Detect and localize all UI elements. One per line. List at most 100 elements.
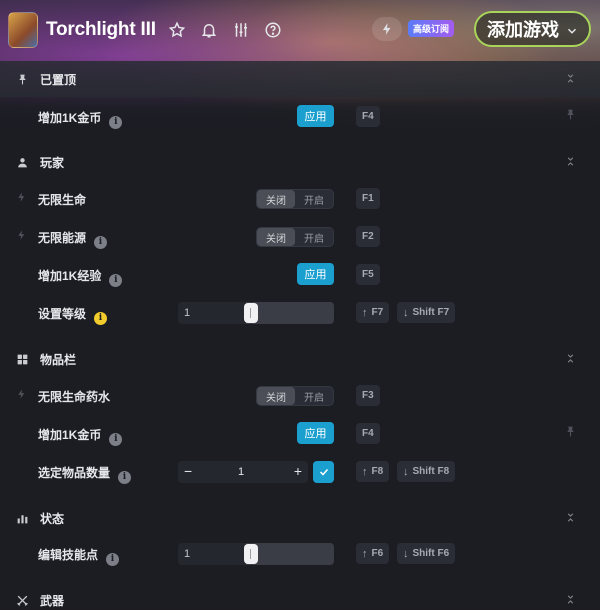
toggle-on-option[interactable]: 开启	[295, 228, 333, 246]
level-slider[interactable]: 1	[178, 302, 334, 324]
cheat-label-wrap: 增加1K经验 i	[38, 267, 123, 287]
toggle-on-option[interactable]: 开启	[295, 190, 333, 208]
hotkey-increase[interactable]: ↑ F8	[356, 461, 390, 482]
hotkey-label: Shift F7	[412, 307, 450, 318]
info-icon[interactable]: i	[106, 552, 120, 566]
cheat-row-infinite-energy: 无限能源 i 关闭 开启 F2	[0, 217, 600, 255]
arrow-up-icon: ↑	[362, 547, 368, 560]
lightning-icon	[16, 191, 28, 205]
skill-points-slider[interactable]: 1	[178, 543, 334, 565]
cheat-row-pinned-add-gold: 增加1K金币 i 应用 F4	[0, 97, 600, 135]
cheat-label-wrap: 设置等级 i	[38, 305, 108, 325]
cheat-label-wrap: 编辑技能点 i	[38, 546, 120, 566]
hotkey-decrease[interactable]: ↓ Shift F6	[397, 543, 456, 564]
cheat-row-set-level: 设置等级 i 1 ↑ F7 ↓ Shift F7	[0, 293, 600, 331]
slider-value[interactable]: 1	[184, 307, 190, 319]
info-icon[interactable]: i	[94, 311, 108, 325]
premium-badge[interactable]: 高级订阅	[408, 20, 455, 37]
cheat-label: 设置等级	[38, 307, 87, 321]
toggle-off-option[interactable]: 关闭	[257, 228, 295, 246]
info-icon[interactable]: i	[109, 432, 123, 446]
bar-chart-icon	[16, 511, 30, 525]
arrow-down-icon: ↓	[403, 547, 409, 560]
hotkey-decrease[interactable]: ↓ Shift F7	[397, 302, 456, 323]
hotkey-increase[interactable]: ↑ F7	[356, 302, 390, 323]
decrement-button[interactable]: −	[184, 463, 192, 479]
collapse-chevrons-icon[interactable]	[565, 594, 576, 608]
pin-icon	[16, 72, 30, 86]
collapse-chevrons-icon[interactable]	[565, 156, 576, 170]
section-header-pinned[interactable]: 已置顶	[0, 61, 600, 97]
collapse-chevrons-icon[interactable]	[565, 73, 576, 87]
section-header-weapons[interactable]: 武器	[0, 582, 600, 610]
pin-icon[interactable]	[564, 425, 577, 441]
apply-button[interactable]: 应用	[297, 263, 334, 285]
add-game-button[interactable]: 添加游戏	[474, 11, 591, 47]
apply-button[interactable]: 应用	[297, 105, 334, 127]
slider-track[interactable]	[246, 302, 334, 324]
arrow-down-icon: ↓	[403, 306, 409, 319]
notification-bell-icon[interactable]	[198, 19, 220, 41]
inventory-grid-icon	[16, 352, 30, 366]
toggle-off-option[interactable]: 关闭	[257, 387, 295, 405]
hotkey-badge[interactable]: F5	[356, 264, 380, 285]
crossed-swords-icon	[16, 593, 30, 607]
toggle-on-option[interactable]: 开启	[295, 387, 333, 405]
apply-button[interactable]: 应用	[297, 422, 334, 444]
section-header-inventory[interactable]: 物品栏	[0, 341, 600, 377]
quantity-stepper[interactable]: − 1 +	[178, 461, 308, 483]
cheat-label: 无限能源	[38, 231, 87, 245]
cheat-row-infinite-potions: 无限生命药水 关闭 开启 F3	[0, 376, 600, 414]
section-header-stats[interactable]: 状态	[0, 500, 600, 536]
confirm-check-button[interactable]	[313, 461, 334, 483]
collapse-chevrons-icon[interactable]	[565, 353, 576, 367]
lightning-icon	[16, 388, 28, 402]
cheat-label: 无限生命药水	[38, 390, 111, 404]
slider-track[interactable]	[246, 543, 334, 565]
hotkey-label: Shift F8	[412, 466, 450, 477]
slider-value[interactable]: 1	[184, 548, 190, 560]
hotkey-badge[interactable]: F4	[356, 106, 380, 127]
info-icon[interactable]: i	[109, 273, 123, 287]
settings-sliders-icon[interactable]	[230, 19, 252, 41]
cheat-label-wrap: 增加1K金币 i	[38, 426, 123, 446]
add-game-label: 添加游戏	[487, 20, 559, 40]
cheat-label: 选定物品数量	[38, 466, 111, 480]
cheat-label: 增加1K金币	[38, 111, 102, 125]
pin-icon[interactable]	[564, 108, 577, 124]
hotkey-increase[interactable]: ↑ F6	[356, 543, 390, 564]
info-icon[interactable]: i	[109, 115, 123, 129]
toggle-switch[interactable]: 关闭 开启	[256, 189, 334, 209]
user-icon	[16, 155, 30, 169]
hotkey-badge[interactable]: F4	[356, 423, 380, 444]
cheat-row-add-exp: 增加1K经验 i 应用 F5	[0, 255, 600, 293]
hotkey-badge[interactable]: F3	[356, 385, 380, 406]
stepper-value[interactable]: 1	[238, 466, 244, 478]
section-title: 玩家	[40, 155, 65, 170]
toggle-switch[interactable]: 关闭 开启	[256, 227, 334, 247]
info-icon[interactable]: i	[94, 235, 108, 249]
lightning-icon	[16, 229, 28, 243]
slider-thumb[interactable]	[244, 303, 258, 323]
hotkey-decrease[interactable]: ↓ Shift F8	[397, 461, 456, 482]
toggle-switch[interactable]: 关闭 开启	[256, 386, 334, 406]
cheat-label: 增加1K金币	[38, 428, 102, 442]
arrow-up-icon: ↑	[362, 465, 368, 478]
info-icon[interactable]: i	[118, 470, 132, 484]
boost-lightning-button[interactable]	[372, 17, 402, 41]
cheat-label-wrap: 无限能源 i	[38, 229, 108, 249]
favorite-star-icon[interactable]	[166, 19, 188, 41]
toggle-off-option[interactable]: 关闭	[257, 190, 295, 208]
increment-button[interactable]: +	[294, 463, 302, 479]
help-question-icon[interactable]	[262, 19, 284, 41]
hotkey-badge[interactable]: F2	[356, 226, 380, 247]
cheat-label: 无限生命	[38, 193, 87, 207]
collapse-chevrons-icon[interactable]	[565, 512, 576, 526]
slider-thumb[interactable]	[244, 544, 258, 564]
hotkey-badge[interactable]: F1	[356, 188, 380, 209]
section-title: 物品栏	[40, 352, 77, 367]
section-title: 武器	[40, 593, 65, 608]
game-cover-icon	[8, 12, 38, 48]
section-header-player[interactable]: 玩家	[0, 144, 600, 180]
cheat-label: 增加1K经验	[38, 269, 102, 283]
